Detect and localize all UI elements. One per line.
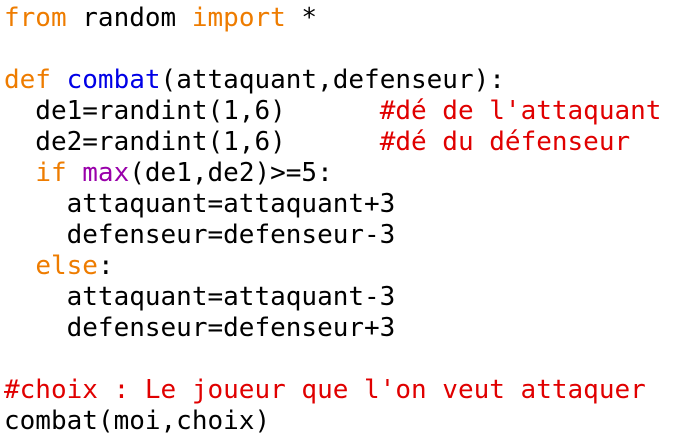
code-text-token: (de1,de2)>=5: <box>129 158 333 188</box>
code-line: #choix : Le joueur que l'on veut attaque… <box>4 375 661 406</box>
comment-token: #choix : Le joueur que l'on veut attaque… <box>4 375 646 405</box>
code-text-token: attaquant=attaquant+3 <box>4 189 396 219</box>
code-line: defenseur=defenseur-3 <box>4 220 661 251</box>
code-line: de2=randint(1,6) #dé du défenseur <box>4 127 661 158</box>
code-text-token: combat(moi,choix) <box>4 406 271 436</box>
code-line: attaquant=attaquant+3 <box>4 189 661 220</box>
keyword-token: if <box>35 158 67 188</box>
code-text-token: defenseur=defenseur-3 <box>4 220 396 250</box>
code-line: defenseur=defenseur+3 <box>4 313 661 344</box>
function-name-token: combat <box>66 65 161 95</box>
code-line: def combat(attaquant,defenseur): <box>4 65 661 96</box>
keyword-token: def <box>4 65 51 95</box>
code-line: attaquant=attaquant-3 <box>4 282 661 313</box>
code-line: else: <box>4 251 661 282</box>
code-editor[interactable]: from random import * def combat(attaquant… <box>4 3 661 437</box>
builtin-token: max <box>82 158 130 188</box>
keyword-token: import <box>191 3 286 33</box>
code-line: de1=randint(1,6) #dé de l'attaquant <box>4 96 661 127</box>
comment-token: #dé de l'attaquant <box>379 96 662 126</box>
code-text-token: (attaquant,defenseur): <box>160 65 505 95</box>
code-text-token: random <box>66 3 192 33</box>
code-text-token: * <box>285 3 318 33</box>
code-line: from random import * <box>4 3 661 34</box>
code-line: combat(moi,choix) <box>4 406 661 437</box>
code-line: if max(de1,de2)>=5: <box>4 158 661 189</box>
code-text-token: attaquant=attaquant-3 <box>4 282 396 312</box>
code-text-token: : <box>97 251 114 281</box>
code-text-token: defenseur=defenseur+3 <box>4 313 396 343</box>
code-text-token: de2=randint(1,6) <box>4 127 380 157</box>
keyword-token: from <box>4 3 67 33</box>
comment-token: #dé du défenseur <box>379 127 631 157</box>
code-text-token: de1=randint(1,6) <box>4 96 380 126</box>
keyword-token: else <box>35 251 98 281</box>
